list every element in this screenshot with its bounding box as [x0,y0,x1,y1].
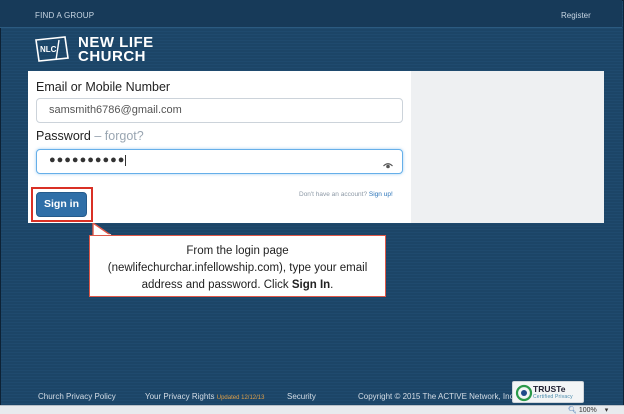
password-field[interactable]: ●●●●●●●●●● [36,149,403,174]
callout-line3-suffix: . [330,279,334,291]
browser-status-bar: 🔍︎ 100% ▾ [0,405,624,414]
logo-badge-text: NLC [40,45,57,54]
instruction-callout: From the login page (newlifechurchar.inf… [89,235,386,297]
callout-line3: address and password. Click Sign In. [90,277,385,294]
privacy-rights-label: Your Privacy Rights [145,392,215,401]
email-label: Email or Mobile Number [36,80,171,94]
privacy-rights-link[interactable]: Your Privacy Rights Updated 12/12/13 [145,392,264,401]
truste-subtitle: Certified Privacy [533,394,573,400]
truste-seal-icon [515,384,533,402]
callout-line1: From the login page [186,245,289,257]
zoom-icon: 🔍︎ [568,407,577,414]
zoom-level: 100% [578,407,597,414]
zoom-control[interactable]: 🔍︎ 100% ▾ [568,406,608,414]
truste-name: TRUSTe [533,384,566,394]
callout-line3-prefix: address and password. Click [141,279,292,291]
truste-badge[interactable]: TRUSTe Certified Privacy [512,381,584,403]
copyright-text: Copyright © 2015 The ACTIVE Network, Inc [358,392,514,401]
find-a-group-link[interactable]: FIND A GROUP [35,11,94,20]
side-panel [411,71,604,223]
top-bar: FIND A GROUP Register [0,0,622,28]
privacy-policy-link[interactable]: Church Privacy Policy [38,392,116,401]
church-name-line2: CHURCH [78,48,146,65]
signup-prompt: Don't have an account? [299,191,369,198]
register-link[interactable]: Register [561,11,591,20]
password-label: Password [36,129,91,143]
callout-line3-bold: Sign In [291,279,331,291]
email-field[interactable]: samsmith6786@gmail.com [36,98,403,123]
show-password-icon[interactable] [383,157,393,169]
sign-in-button[interactable]: Sign in [36,192,87,217]
password-mask: ●●●●●●●●●● [49,154,126,166]
forgot-password-link[interactable]: – forgot? [91,129,143,143]
chevron-down-icon[interactable]: ▾ [605,407,609,414]
signup-row: Don't have an account? Sign up! [299,191,393,198]
password-label-row: Password – forgot? [36,129,144,143]
security-link[interactable]: Security [287,392,316,401]
text-cursor [125,154,127,166]
signup-link[interactable]: Sign up! [369,191,393,198]
church-name[interactable]: NEW LIFE CHURCH [78,35,154,65]
nlc-logo-icon[interactable]: NLC [35,36,69,62]
callout-line2: (newlifechurchar.infellowship.com), type… [107,262,368,274]
privacy-updated-note: Updated 12/12/13 [216,395,265,401]
